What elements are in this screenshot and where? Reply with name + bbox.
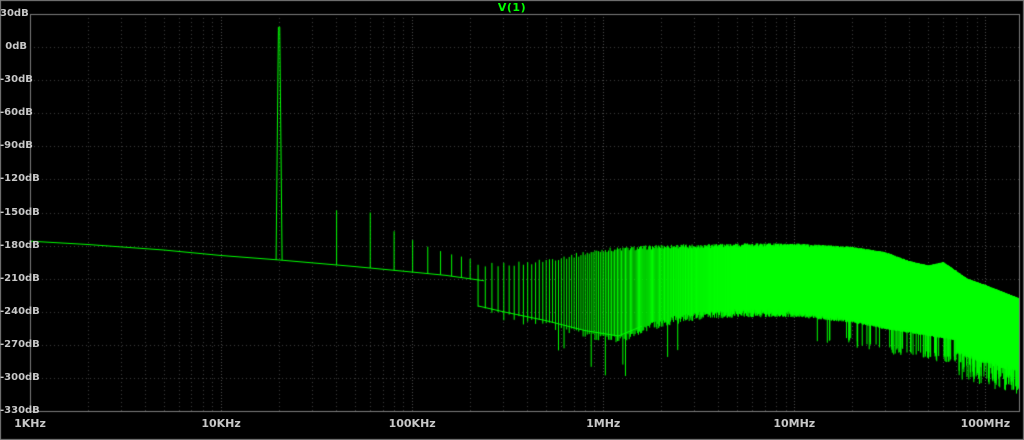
y-tick-label: -210dB [0, 273, 27, 285]
y-tick-label: -60dB [0, 107, 27, 119]
y-tick-label: -120dB [0, 173, 27, 185]
x-tick-label: 1KHz [14, 417, 46, 430]
x-tick-label: 100KHz [389, 417, 436, 430]
y-tick-label: -300dB [0, 372, 27, 384]
y-tick-label: -90dB [0, 140, 27, 152]
x-tick-label: 1MHz [586, 417, 620, 430]
y-tick-label: 0dB [0, 41, 27, 53]
waveform-viewer-pane: V(1) 30dB 0dB -30dB -60dB -90dB -120dB -150dB -… [0, 0, 1024, 440]
x-tick-label: 10KHz [201, 417, 240, 430]
y-tick-label: -180dB [0, 240, 27, 252]
fft-plot-canvas[interactable] [0, 0, 1024, 440]
y-tick-label: -240dB [0, 306, 27, 318]
y-tick-label: -30dB [0, 74, 27, 86]
x-tick-label: 10MHz [773, 417, 815, 430]
y-tick-label: -330dB [0, 405, 27, 417]
y-tick-label: -270dB [0, 339, 27, 351]
y-tick-label: -150dB [0, 207, 27, 219]
x-tick-label: 100MHz [961, 417, 1011, 430]
trace-title[interactable]: V(1) [0, 1, 1024, 14]
y-tick-label: 30dB [0, 8, 27, 20]
